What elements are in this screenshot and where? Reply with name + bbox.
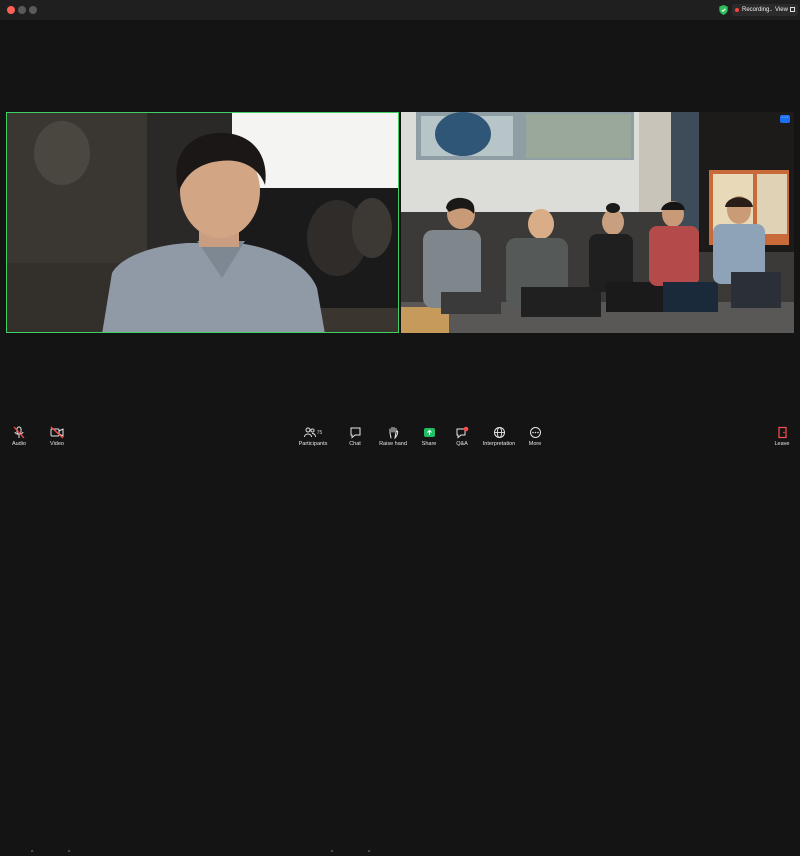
audio-label: Audio [11, 441, 27, 447]
video-tile-active-speaker[interactable] [6, 112, 399, 333]
audio-options-caret-icon[interactable]: ^ [31, 850, 33, 856]
minimize-window-button[interactable] [18, 6, 26, 14]
tile-options-button[interactable]: ··· [780, 114, 790, 123]
chat-icon [350, 427, 360, 439]
muted-microphone-icon [13, 426, 25, 439]
participants-icon [303, 427, 316, 438]
share-label: Share [421, 441, 437, 447]
tile-options-label: ··· [781, 114, 789, 121]
participants-label: Participants [298, 441, 328, 447]
leave-door-icon [777, 426, 787, 439]
video-label: Video [50, 441, 64, 447]
view-button[interactable]: View [772, 4, 798, 16]
more-options-icon [529, 427, 541, 438]
interpretation-button[interactable]: Interpretation [480, 426, 518, 447]
recording-label: Recording... [742, 7, 775, 13]
video-tile-panel-room[interactable]: ··· [401, 112, 794, 333]
share-screen-icon [423, 428, 435, 437]
more-label: More [528, 441, 542, 447]
encryption-shield-icon[interactable] [719, 5, 728, 15]
qa-icon [456, 426, 469, 439]
close-window-button[interactable] [7, 6, 15, 14]
recording-dot-icon [735, 8, 739, 12]
video-button[interactable]: Video [46, 426, 68, 447]
panel-video-feed [401, 112, 794, 333]
raise-hand-label: Raise hand [379, 441, 407, 447]
title-bar: Recording... View [0, 0, 800, 20]
interpretation-label: Interpretation [482, 441, 516, 447]
participants-count: 75 [316, 429, 323, 436]
leave-button[interactable]: Leave [772, 426, 792, 447]
participants-options-caret-icon[interactable]: ^ [331, 850, 333, 856]
view-label: View [775, 7, 788, 13]
participants-button[interactable]: 75 Participants [298, 426, 328, 447]
raise-hand-button[interactable]: Raise hand [379, 426, 407, 447]
leave-label: Leave [774, 441, 790, 447]
chat-button[interactable]: Chat [345, 426, 365, 447]
video-off-icon [50, 426, 64, 439]
more-button[interactable]: More [525, 426, 545, 447]
qa-button[interactable]: Q&A [452, 426, 472, 447]
raise-hand-icon [389, 427, 398, 439]
qa-label: Q&A [456, 441, 468, 447]
audio-button[interactable]: Audio [8, 426, 30, 447]
chat-options-caret-icon[interactable]: ^ [368, 850, 370, 856]
speaker-video-feed [7, 113, 398, 332]
maximize-window-button[interactable] [29, 6, 37, 14]
globe-icon [493, 427, 505, 438]
video-options-caret-icon[interactable]: ^ [68, 850, 70, 856]
grid-icon [789, 7, 795, 12]
share-button[interactable]: Share [419, 426, 439, 447]
meeting-toolbar: Audio ^ Video ^ 75 Participants ^ Chat ^ [0, 420, 800, 856]
chat-label: Chat [349, 441, 361, 447]
